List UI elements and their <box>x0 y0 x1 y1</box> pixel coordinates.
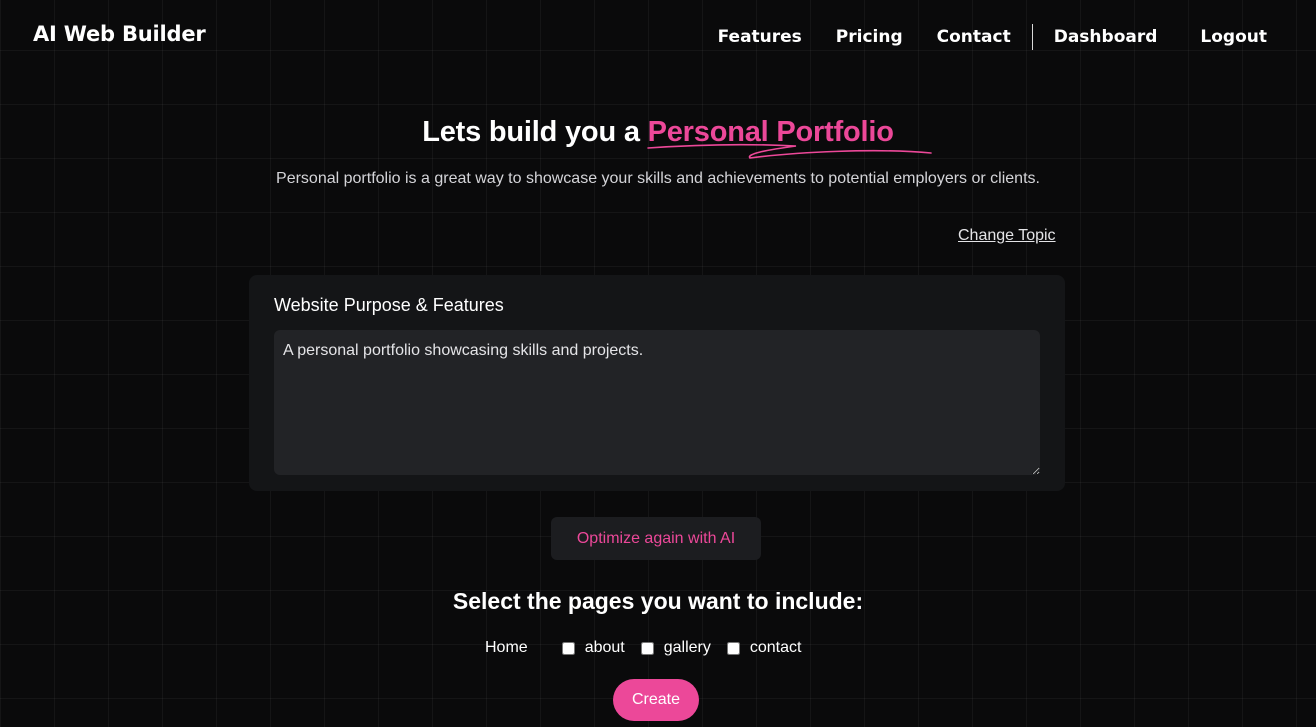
nav-features-link[interactable]: Features <box>718 27 802 47</box>
change-topic-link[interactable]: Change Topic <box>958 227 1056 245</box>
scribble-underline-icon <box>646 143 932 159</box>
nav-logout-link[interactable]: Logout <box>1200 27 1267 47</box>
pages-title: Select the pages you want to include: <box>452 588 864 614</box>
nav-pricing-link[interactable]: Pricing <box>836 27 903 47</box>
gallery-checkbox[interactable] <box>640 641 654 655</box>
hero-title-prefix: Lets build you a <box>422 116 648 148</box>
page-option-contact[interactable]: contact <box>726 639 802 657</box>
hero-title: Lets build you a Personal Portfolio <box>0 116 1316 159</box>
about-checkbox[interactable] <box>561 641 575 655</box>
page-option-home: Home <box>485 639 528 656</box>
nav-contact-link[interactable]: Contact <box>937 27 1011 47</box>
hero-subtitle: Personal portfolio is a great way to sho… <box>276 170 1040 187</box>
contact-checkbox[interactable] <box>726 641 740 655</box>
about-label: about <box>584 639 625 656</box>
hero-title-highlight: Personal Portfolio <box>646 116 932 159</box>
top-nav: Features Pricing Contact Dashboard Logou… <box>718 24 1267 50</box>
nav-dashboard-link[interactable]: Dashboard <box>1054 27 1158 47</box>
nav-divider <box>1031 24 1033 50</box>
page-options: Home about gallery contact <box>485 639 817 657</box>
purpose-card: Website Purpose & Features <box>249 275 1065 491</box>
gallery-label: gallery <box>663 639 711 656</box>
purpose-textarea[interactable] <box>274 330 1040 475</box>
page-option-gallery[interactable]: gallery <box>640 639 711 657</box>
brand-logo[interactable]: AI Web Builder <box>33 22 206 46</box>
optimize-ai-button[interactable]: Optimize again with AI <box>551 517 761 560</box>
page-option-about[interactable]: about <box>561 639 625 657</box>
create-button[interactable]: Create <box>613 679 699 721</box>
purpose-label: Website Purpose & Features <box>274 295 504 315</box>
contact-label: contact <box>749 639 802 656</box>
